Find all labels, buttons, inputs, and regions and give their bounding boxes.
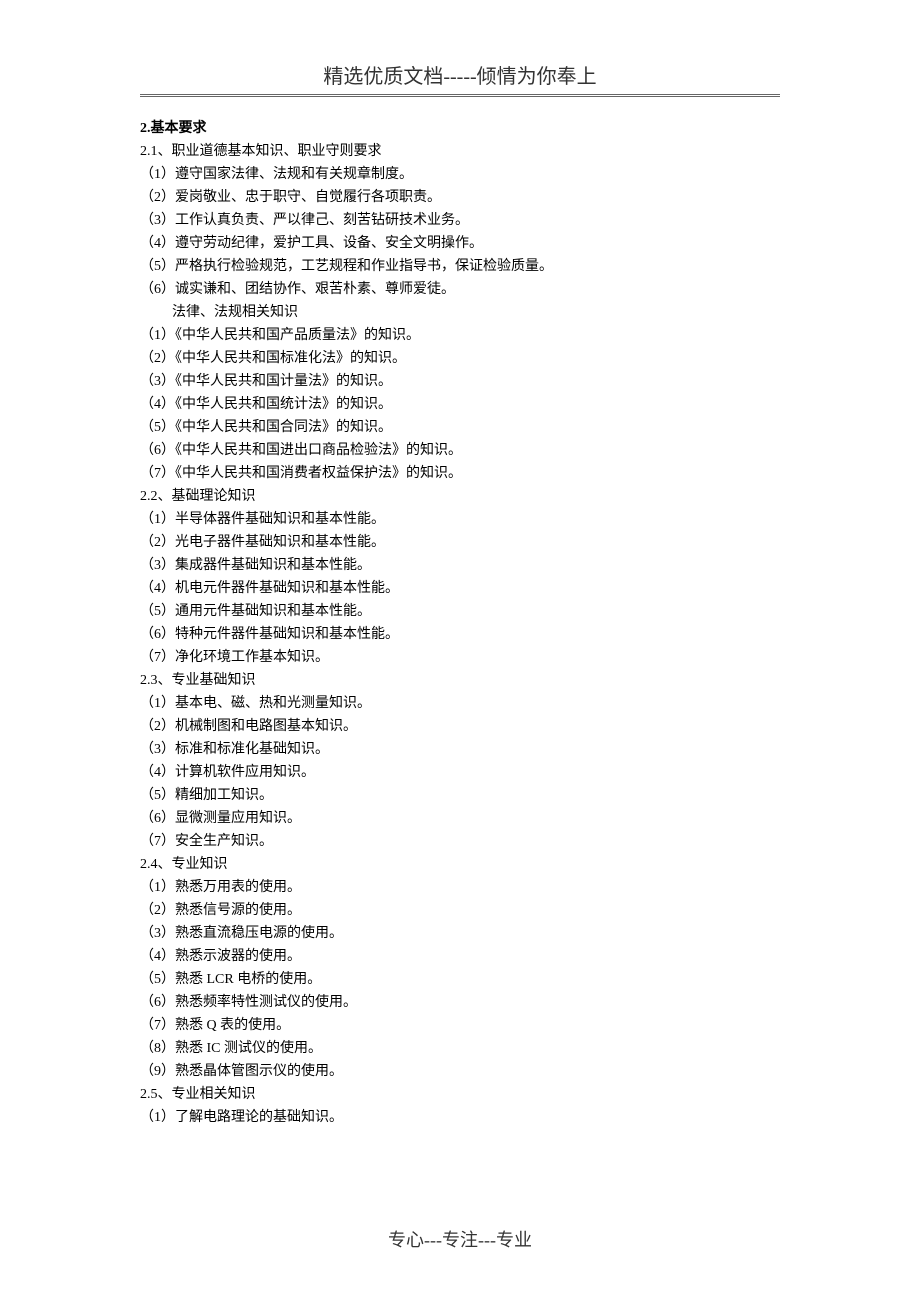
list-item: （3）熟悉直流稳压电源的使用。 <box>140 922 780 945</box>
document-content: 2.基本要求 2.1、职业道德基本知识、职业守则要求 （1）遵守国家法律、法规和… <box>140 117 780 1129</box>
section-2-2-title: 2.2、基础理论知识 <box>140 485 780 508</box>
list-item: （2）机械制图和电路图基本知识。 <box>140 715 780 738</box>
list-item: （1）半导体器件基础知识和基本性能。 <box>140 508 780 531</box>
list-item: （6）《中华人民共和国进出口商品检验法》的知识。 <box>140 439 780 462</box>
list-item: （1）了解电路理论的基础知识。 <box>140 1106 780 1129</box>
list-item: （8）熟悉 IC 测试仪的使用。 <box>140 1037 780 1060</box>
list-item: （9）熟悉晶体管图示仪的使用。 <box>140 1060 780 1083</box>
list-item: （4）熟悉示波器的使用。 <box>140 945 780 968</box>
page-header: 精选优质文档-----倾情为你奉上 <box>140 60 780 97</box>
list-item: （2）爱岗敬业、忠于职守、自觉履行各项职责。 <box>140 186 780 209</box>
header-divider <box>140 94 780 97</box>
list-item: （4）《中华人民共和国统计法》的知识。 <box>140 393 780 416</box>
list-item: （5）严格执行检验规范，工艺规程和作业指导书，保证检验质量。 <box>140 255 780 278</box>
list-item: （4）遵守劳动纪律，爱护工具、设备、安全文明操作。 <box>140 232 780 255</box>
section-2-3-title: 2.3、专业基础知识 <box>140 669 780 692</box>
list-item: （6）诚实谦和、团结协作、艰苦朴素、尊师爱徒。 <box>140 278 780 301</box>
list-item: （1）遵守国家法律、法规和有关规章制度。 <box>140 163 780 186</box>
section-2-1-title: 2.1、职业道德基本知识、职业守则要求 <box>140 140 780 163</box>
footer-text: 专心---专注---专业 <box>388 1230 532 1250</box>
list-item: （1）基本电、磁、热和光测量知识。 <box>140 692 780 715</box>
list-item: （6）特种元件器件基础知识和基本性能。 <box>140 623 780 646</box>
list-item: （3）《中华人民共和国计量法》的知识。 <box>140 370 780 393</box>
sub-heading: 法律、法规相关知识 <box>140 301 780 324</box>
list-item: （3）集成器件基础知识和基本性能。 <box>140 554 780 577</box>
section-2-title: 2.基本要求 <box>140 117 780 140</box>
list-item: （4）计算机软件应用知识。 <box>140 761 780 784</box>
list-item: （5）《中华人民共和国合同法》的知识。 <box>140 416 780 439</box>
header-text: 精选优质文档-----倾情为你奉上 <box>323 66 596 88</box>
list-item: （2）《中华人民共和国标准化法》的知识。 <box>140 347 780 370</box>
list-item: （1）《中华人民共和国产品质量法》的知识。 <box>140 324 780 347</box>
list-item: （7）《中华人民共和国消费者权益保护法》的知识。 <box>140 462 780 485</box>
list-item: （3）工作认真负责、严以律己、刻苦钻研技术业务。 <box>140 209 780 232</box>
list-item: （5）精细加工知识。 <box>140 784 780 807</box>
list-item: （2）熟悉信号源的使用。 <box>140 899 780 922</box>
list-item: （3）标准和标准化基础知识。 <box>140 738 780 761</box>
list-item: （1）熟悉万用表的使用。 <box>140 876 780 899</box>
section-2-5-title: 2.5、专业相关知识 <box>140 1083 780 1106</box>
list-item: （7）净化环境工作基本知识。 <box>140 646 780 669</box>
list-item: （2）光电子器件基础知识和基本性能。 <box>140 531 780 554</box>
section-2-4-title: 2.4、专业知识 <box>140 853 780 876</box>
list-item: （7）安全生产知识。 <box>140 830 780 853</box>
document-page: 精选优质文档-----倾情为你奉上 2.基本要求 2.1、职业道德基本知识、职业… <box>0 0 920 1169</box>
page-footer: 专心---专注---专业 <box>0 1226 920 1252</box>
list-item: （6）熟悉频率特性测试仪的使用。 <box>140 991 780 1014</box>
list-item: （6）显微测量应用知识。 <box>140 807 780 830</box>
list-item: （5）通用元件基础知识和基本性能。 <box>140 600 780 623</box>
list-item: （5）熟悉 LCR 电桥的使用。 <box>140 968 780 991</box>
list-item: （7）熟悉 Q 表的使用。 <box>140 1014 780 1037</box>
list-item: （4）机电元件器件基础知识和基本性能。 <box>140 577 780 600</box>
